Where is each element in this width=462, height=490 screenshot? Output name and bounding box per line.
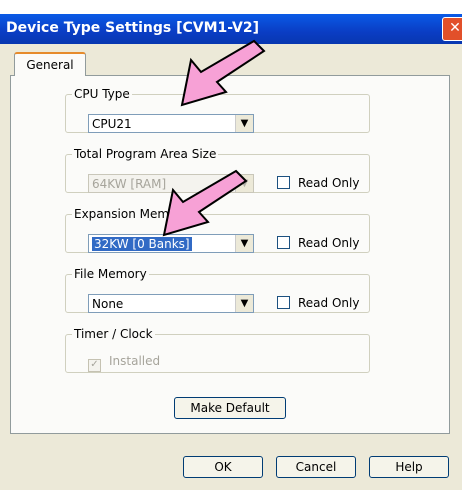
file-memory-group: File Memory None ▼ Read Only xyxy=(65,267,370,313)
make-default-button[interactable]: Make Default xyxy=(174,397,286,419)
tab-general[interactable]: General xyxy=(14,52,86,76)
cpu-type-label: CPU Type xyxy=(74,87,130,101)
chevron-down-icon[interactable]: ▼ xyxy=(235,295,253,312)
chevron-down-icon[interactable]: ▼ xyxy=(235,115,253,132)
installed-label: Installed xyxy=(109,354,161,368)
program-area-read-only-checkbox[interactable]: Read Only xyxy=(277,176,359,190)
annotation-arrow-icon xyxy=(180,39,266,107)
file-memory-read-only-checkbox[interactable]: Read Only xyxy=(277,296,359,310)
checkbox-icon[interactable] xyxy=(277,236,290,249)
file-memory-value: None xyxy=(92,297,124,311)
expansion-memory-read-only-checkbox[interactable]: Read Only xyxy=(277,236,359,250)
read-only-label: Read Only xyxy=(298,176,360,190)
program-area-label: Total Program Area Size xyxy=(74,147,217,161)
cpu-type-select[interactable]: CPU21 ▼ xyxy=(88,114,254,133)
timer-clock-group: Timer / Clock ✓ Installed xyxy=(65,327,370,373)
close-icon[interactable]: ✕ xyxy=(442,17,462,41)
read-only-label: Read Only xyxy=(298,236,360,250)
checkmark-icon: ✓ xyxy=(88,359,101,372)
file-memory-select[interactable]: None ▼ xyxy=(88,294,254,313)
window-title: Device Type Settings [CVM1-V2] xyxy=(6,20,260,36)
checkbox-icon[interactable] xyxy=(277,296,290,309)
ok-button[interactable]: OK xyxy=(183,456,263,478)
cancel-button[interactable]: Cancel xyxy=(276,456,356,478)
timer-clock-label: Timer / Clock xyxy=(74,327,153,341)
annotation-arrow-icon xyxy=(162,169,248,237)
installed-checkbox: ✓ Installed xyxy=(88,354,160,372)
file-memory-label: File Memory xyxy=(74,267,147,281)
cpu-type-value: CPU21 xyxy=(92,117,132,131)
general-panel: CPU Type CPU21 ▼ Total Program Area Size… xyxy=(10,75,450,434)
checkbox-icon[interactable] xyxy=(277,176,290,189)
read-only-label: Read Only xyxy=(298,296,360,310)
help-button[interactable]: Help xyxy=(369,456,449,478)
